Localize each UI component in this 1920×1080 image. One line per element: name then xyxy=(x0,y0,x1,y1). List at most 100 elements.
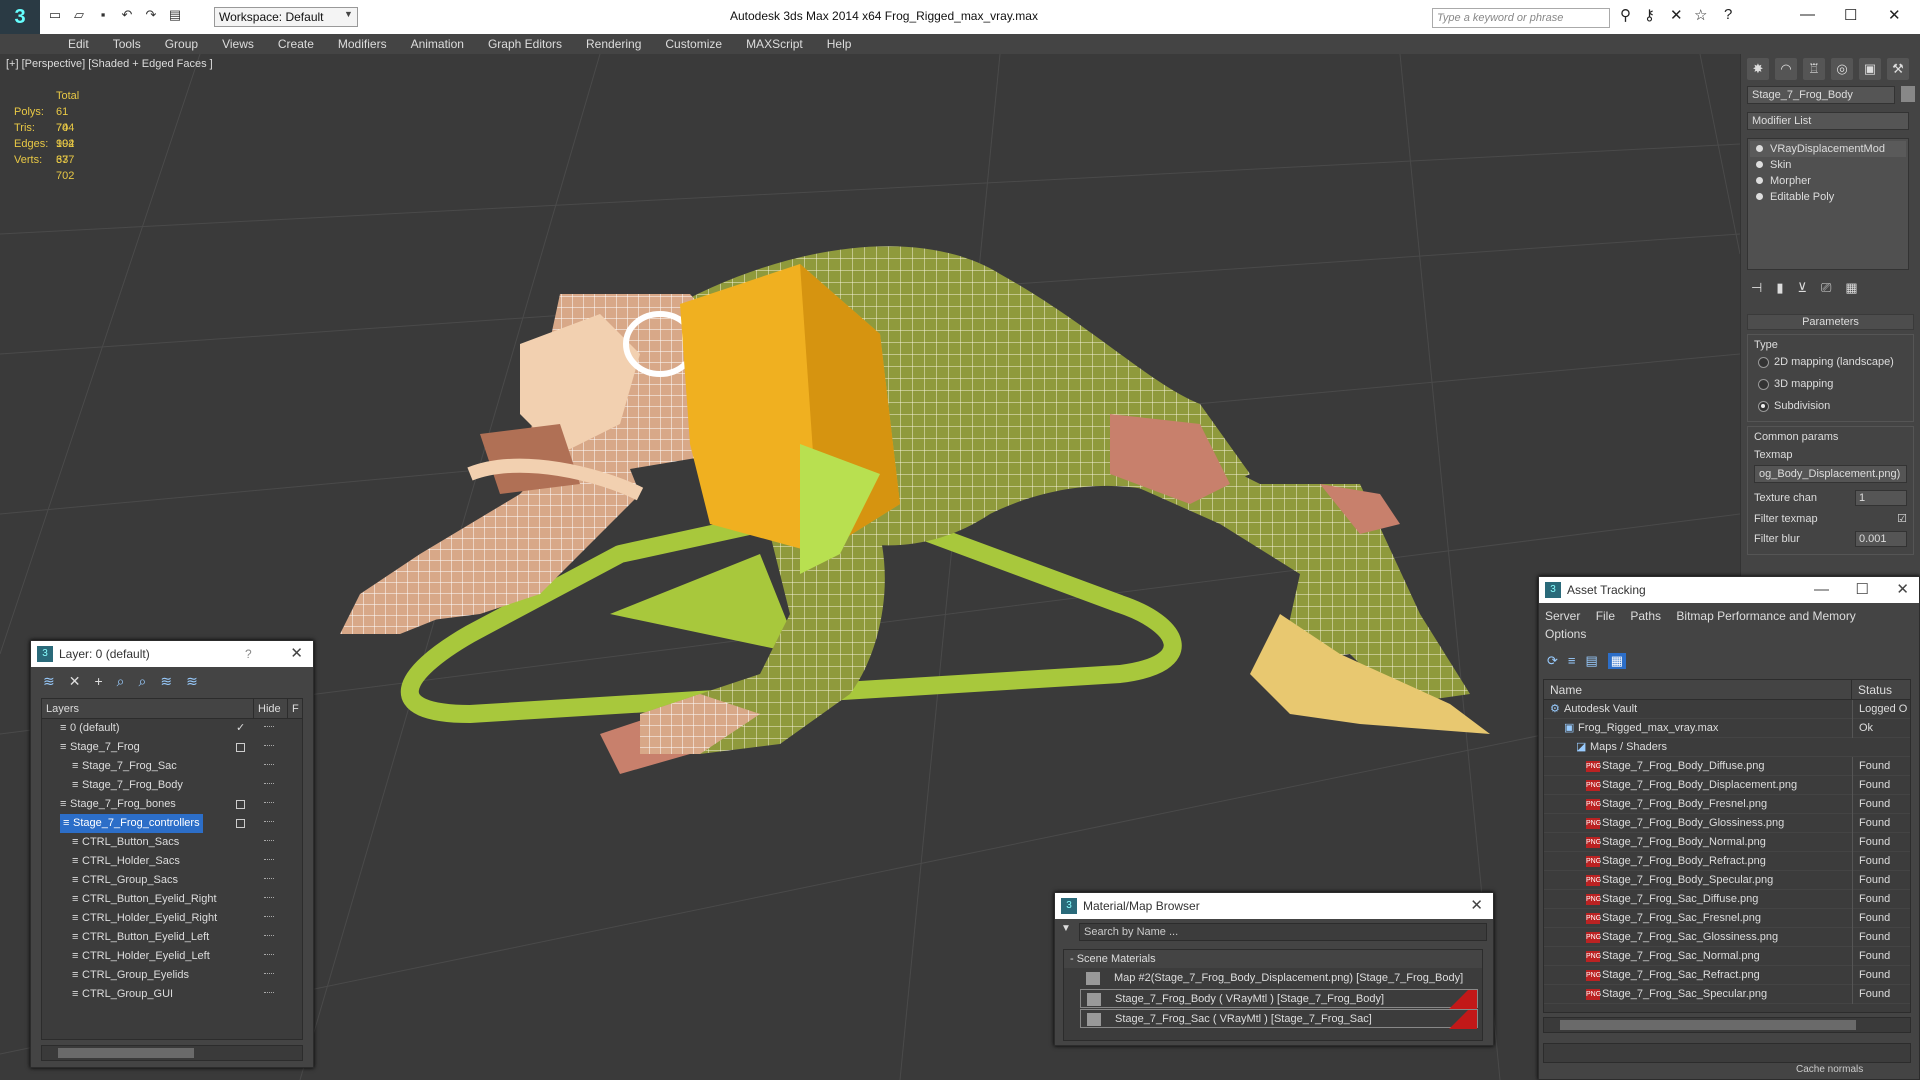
project-folder-icon[interactable]: ▤ xyxy=(166,6,184,24)
help-icon[interactable]: ? xyxy=(1724,6,1732,23)
close-icon[interactable]: ✕ xyxy=(1888,6,1901,24)
asset-row[interactable]: PNG Stage_7_Frog_Body_Specular.png Found xyxy=(1544,871,1910,890)
workspace-dropdown[interactable]: Workspace: Default xyxy=(214,7,358,27)
redo-icon[interactable]: ↷ xyxy=(142,6,160,24)
menu-maxscript[interactable]: MAXScript xyxy=(734,34,815,54)
delete-layer-icon[interactable]: ✕ xyxy=(69,673,81,690)
layer-row[interactable]: ≡ Stage_7_Frog_controllers xyxy=(42,814,302,833)
hide-toggle[interactable] xyxy=(264,764,274,767)
asset-scrollbar[interactable] xyxy=(1543,1017,1911,1033)
asset-row[interactable]: ⚙ Autodesk Vault Logged O xyxy=(1544,700,1910,719)
asset-row[interactable]: PNG Stage_7_Frog_Body_Displacement.png Fou… xyxy=(1544,776,1910,795)
key-icon[interactable]: ⚷ xyxy=(1644,6,1655,24)
hide-toggle[interactable] xyxy=(264,973,274,976)
grid-view-icon[interactable]: ▦ xyxy=(1607,653,1627,669)
new-file-icon[interactable]: ▭ xyxy=(46,6,64,24)
hide-toggle[interactable] xyxy=(264,935,274,938)
asset-window-titlebar[interactable]: 3 Asset Tracking — ☐ ✕ xyxy=(1539,577,1919,603)
display-tab-icon[interactable]: ▣ xyxy=(1859,58,1881,80)
asset-menu-options[interactable]: Options xyxy=(1545,627,1586,641)
close-icon[interactable]: ✕ xyxy=(290,641,303,667)
freeze-all-icon[interactable]: ≋ xyxy=(186,673,198,690)
minimize-icon[interactable]: — xyxy=(1814,577,1829,603)
layer-checkbox[interactable] xyxy=(236,743,245,752)
binoculars-icon[interactable]: ⚲ xyxy=(1620,6,1631,24)
menu-help[interactable]: Help xyxy=(815,34,864,54)
scrollbar-thumb[interactable] xyxy=(1560,1020,1856,1030)
hide-toggle[interactable] xyxy=(264,897,274,900)
hide-all-icon[interactable]: ≋ xyxy=(160,673,172,690)
options-arrow-icon[interactable]: ▼ xyxy=(1061,923,1071,934)
object-color-swatch[interactable] xyxy=(1901,86,1915,102)
hide-toggle[interactable] xyxy=(264,916,274,919)
layer-row[interactable]: ≡ Stage_7_Frog_Body xyxy=(42,776,302,795)
search-input[interactable]: Type a keyword or phrase xyxy=(1432,8,1610,28)
asset-menu-bitmap[interactable]: Bitmap Performance and Memory xyxy=(1676,609,1855,623)
menu-edit[interactable]: Edit xyxy=(56,34,101,54)
hide-toggle[interactable] xyxy=(264,802,274,805)
col-f[interactable]: F xyxy=(288,699,299,718)
col-name[interactable]: Name xyxy=(1544,680,1852,699)
hide-toggle[interactable] xyxy=(264,840,274,843)
layer-checkbox[interactable] xyxy=(236,800,245,809)
texmap-button[interactable]: og_Body_Displacement.png) xyxy=(1754,465,1907,483)
menu-graph-editors[interactable]: Graph Editors xyxy=(476,34,574,54)
save-icon[interactable]: ▪ xyxy=(94,6,112,24)
material-row[interactable]: Stage_7_Frog_Sac ( VRayMtl ) [Stage_7_Fr… xyxy=(1080,1009,1478,1029)
hide-toggle[interactable] xyxy=(264,745,274,748)
highlight-layer-icon[interactable]: ⌕ xyxy=(139,673,147,690)
col-layers[interactable]: Layers xyxy=(42,699,254,718)
undo-icon[interactable]: ↶ xyxy=(118,6,136,24)
app-logo-icon[interactable]: 3 xyxy=(0,0,40,34)
menu-tools[interactable]: Tools xyxy=(101,34,153,54)
col-hide[interactable]: Hide xyxy=(254,699,288,718)
hide-toggle[interactable] xyxy=(264,726,274,729)
stack-item[interactable]: Skin xyxy=(1750,157,1906,173)
asset-menu-server[interactable]: Server xyxy=(1545,609,1580,623)
make-unique-icon[interactable]: ⊻ xyxy=(1797,280,1807,296)
layer-row[interactable]: ≡ CTRL_Button_Eyelid_Left xyxy=(42,928,302,947)
radio-3d-mapping[interactable]: 3D mapping xyxy=(1754,373,1907,395)
viewport-label[interactable]: [+] [Perspective] [Shaded + Edged Faces … xyxy=(6,58,213,70)
layer-row[interactable]: ≡ Stage_7_Frog xyxy=(42,738,302,757)
refresh-icon[interactable]: ⟳ xyxy=(1547,653,1558,669)
chevron-down-icon[interactable]: ▼ xyxy=(344,9,353,19)
asset-row[interactable]: PNG Stage_7_Frog_Sac_Specular.png Found xyxy=(1544,985,1910,1004)
asset-row[interactable]: PNG Stage_7_Frog_Sac_Normal.png Found xyxy=(1544,947,1910,966)
list-view-icon[interactable]: ≡ xyxy=(1568,653,1576,669)
menu-views[interactable]: Views xyxy=(210,34,266,54)
hierarchy-tab-icon[interactable]: ♖ xyxy=(1803,58,1825,80)
layer-row[interactable]: ≡ Stage_7_Frog_Sac xyxy=(42,757,302,776)
select-objects-icon[interactable]: ⌕ xyxy=(117,673,125,690)
asset-row[interactable]: PNG Stage_7_Frog_Body_Normal.png Found xyxy=(1544,833,1910,852)
asset-row[interactable]: PNG Stage_7_Frog_Body_Glossiness.png Found xyxy=(1544,814,1910,833)
menu-create[interactable]: Create xyxy=(266,34,326,54)
hide-toggle[interactable] xyxy=(264,821,274,824)
layer-scrollbar[interactable] xyxy=(41,1045,303,1061)
help-button[interactable]: ? xyxy=(245,641,252,667)
material-row[interactable]: Map #2(Stage_7_Frog_Body_Displacement.pn… xyxy=(1080,969,1478,988)
hide-toggle[interactable] xyxy=(264,859,274,862)
show-end-result-icon[interactable]: ▮ xyxy=(1776,280,1783,296)
layer-row[interactable]: ≡ 0 (default) ✓ xyxy=(42,719,302,738)
material-row[interactable]: Stage_7_Frog_Body ( VRayMtl ) [Stage_7_F… xyxy=(1080,989,1478,1009)
pin-stack-icon[interactable]: ⊣ xyxy=(1751,280,1762,296)
hide-toggle[interactable] xyxy=(264,954,274,957)
hide-toggle[interactable] xyxy=(264,992,274,995)
asset-row[interactable]: PNG Stage_7_Frog_Sac_Diffuse.png Found xyxy=(1544,890,1910,909)
minimize-icon[interactable]: — xyxy=(1800,6,1815,23)
add-to-layer-icon[interactable]: + xyxy=(94,673,102,690)
parameters-rollout[interactable]: Parameters xyxy=(1747,314,1914,330)
configure-sets-icon[interactable]: ▦ xyxy=(1845,280,1857,296)
utilities-tab-icon[interactable]: ⚒ xyxy=(1887,58,1909,80)
current-layer-check-icon[interactable]: ✓ xyxy=(236,719,245,738)
stack-item[interactable]: Morpher xyxy=(1750,173,1906,189)
close-icon[interactable]: ✕ xyxy=(1896,577,1909,603)
material-search-input[interactable]: Search by Name ... xyxy=(1079,923,1487,941)
asset-row[interactable]: ▣ Frog_Rigged_max_vray.max Ok xyxy=(1544,719,1910,738)
layer-row[interactable]: ≡ Stage_7_Frog_bones xyxy=(42,795,302,814)
asset-row[interactable]: PNG Stage_7_Frog_Body_Diffuse.png Found xyxy=(1544,757,1910,776)
stack-item[interactable]: VRayDisplacementMod xyxy=(1750,141,1906,157)
modifier-list-dropdown[interactable]: Modifier List xyxy=(1747,112,1909,130)
object-name-field[interactable]: Stage_7_Frog_Body xyxy=(1747,86,1895,104)
